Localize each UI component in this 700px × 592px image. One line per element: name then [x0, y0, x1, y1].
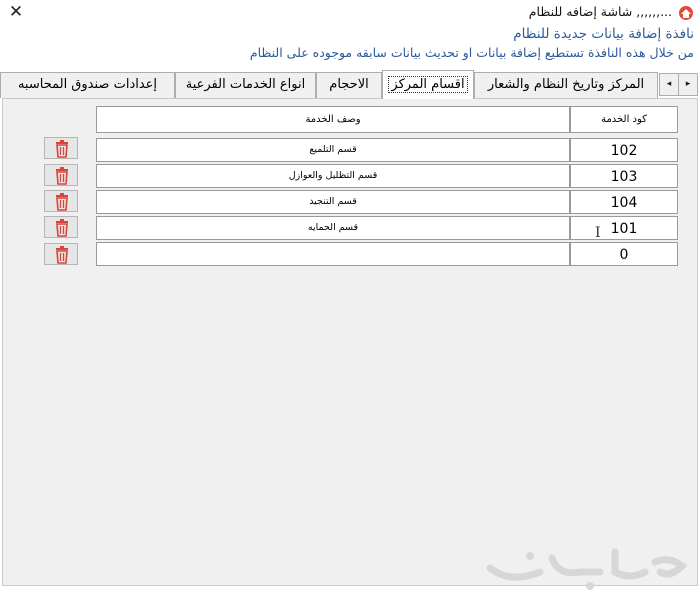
- trash-icon: [56, 140, 68, 158]
- row-description-cell[interactable]: [96, 242, 570, 266]
- tab-center-departments[interactable]: اقسام المركز: [382, 70, 474, 99]
- row-code-cell[interactable]: 0: [570, 242, 678, 266]
- row-code-cell[interactable]: 101: [570, 216, 678, 240]
- tab-scroll-right-button[interactable]: ▸: [678, 73, 698, 96]
- delete-row-button[interactable]: [44, 243, 78, 265]
- tab-center-system-date-logo[interactable]: المركز وتاريخ النظام والشعار: [474, 72, 658, 98]
- tab-label: الاحجام: [329, 77, 369, 92]
- tab-accounting-box-settings[interactable]: إعدادات صندوق المحاسبه: [0, 72, 175, 98]
- delete-row-button[interactable]: [44, 190, 78, 212]
- column-header-description: وصف الخدمة: [96, 106, 570, 133]
- trash-icon: [56, 219, 68, 237]
- tab-label: إعدادات صندوق المحاسبه: [17, 77, 158, 92]
- row-code-cell[interactable]: 103: [570, 164, 678, 188]
- text-cursor-icon: I: [595, 225, 601, 241]
- title-bar: ✕ ...,,,,,, شاشة إضافه للنظام: [0, 0, 700, 26]
- departments-panel: وصف الخدمة كود الخدمة قسم التلميع 102 قس…: [2, 98, 698, 586]
- trash-icon: [56, 246, 68, 264]
- row-description-cell[interactable]: قسم التنجيد: [96, 190, 570, 214]
- header-description: من خلال هذه النافذة تستطيع إضافة بيانات …: [249, 45, 694, 60]
- tab-strip: إعدادات صندوق المحاسبه انواع الخدمات الف…: [0, 70, 700, 99]
- delete-row-button[interactable]: [44, 137, 78, 159]
- tab-sizes[interactable]: الاحجام: [316, 72, 382, 98]
- tab-label: انواع الخدمات الفرعية: [185, 77, 306, 92]
- tab-scroll-left-button[interactable]: ◂: [659, 73, 679, 96]
- close-icon[interactable]: ✕: [6, 2, 26, 22]
- app-icon: [679, 6, 693, 20]
- tab-label: المركز وتاريخ النظام والشعار: [487, 77, 645, 92]
- haraj-watermark-logo: [486, 548, 688, 590]
- row-code-cell[interactable]: 104: [570, 190, 678, 214]
- row-description-cell[interactable]: قسم التلميع: [96, 138, 570, 162]
- column-header-code: كود الخدمة: [570, 106, 678, 133]
- window-title: ...,,,,,, شاشة إضافه للنظام: [528, 4, 672, 19]
- row-code-cell[interactable]: 102: [570, 138, 678, 162]
- tab-sub-service-types[interactable]: انواع الخدمات الفرعية: [175, 72, 316, 98]
- row-description-cell[interactable]: قسم الحمايه: [96, 216, 570, 240]
- trash-icon: [56, 193, 68, 211]
- header-title: نافذة إضافة بيانات جديدة للنظام: [513, 26, 694, 42]
- delete-row-button[interactable]: [44, 216, 78, 238]
- tab-label: اقسام المركز: [388, 76, 468, 93]
- row-description-cell[interactable]: قسم التظليل والعوازل: [96, 164, 570, 188]
- trash-icon: [56, 167, 68, 185]
- delete-row-button[interactable]: [44, 164, 78, 186]
